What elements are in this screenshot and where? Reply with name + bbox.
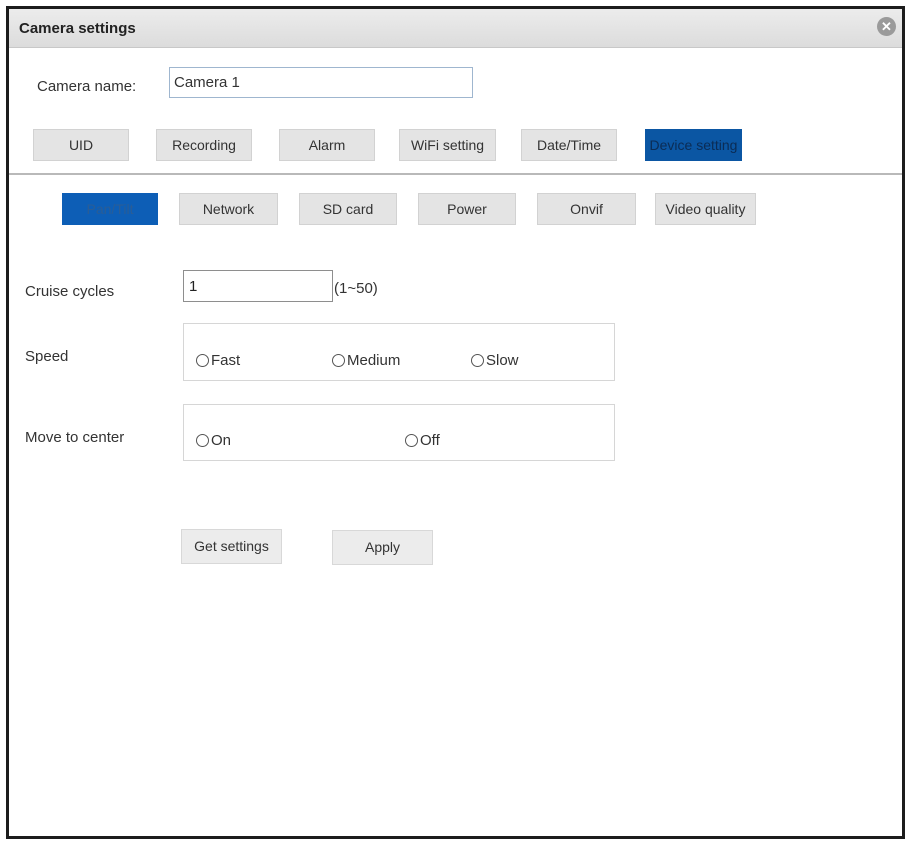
apply-button[interactable]: Apply bbox=[332, 530, 433, 565]
speed-label: Speed bbox=[25, 348, 69, 365]
tab-recording[interactable]: Recording bbox=[156, 129, 252, 161]
speed-slow-label: Slow bbox=[486, 352, 519, 369]
move-to-center-on-label: On bbox=[211, 432, 232, 449]
subtab-video-quality[interactable]: Video quality bbox=[655, 193, 756, 225]
camera-settings-dialog: Camera settings ✕ Camera name: UID Recor… bbox=[6, 6, 905, 839]
radio-circle-icon bbox=[196, 434, 209, 447]
move-to-center-label: Move to center bbox=[25, 429, 125, 446]
subtab-onvif[interactable]: Onvif bbox=[537, 193, 636, 225]
cruise-cycles-range: (1~50) bbox=[334, 280, 378, 297]
cruise-cycles-label: Cruise cycles bbox=[25, 283, 115, 300]
subtab-pan-tilt[interactable]: Pan/Tilt bbox=[62, 193, 158, 225]
radio-circle-icon bbox=[405, 434, 418, 447]
tab-date-time[interactable]: Date/Time bbox=[521, 129, 617, 161]
camera-name-label: Camera name: bbox=[37, 78, 137, 95]
tab-device-setting[interactable]: Device setting bbox=[645, 129, 742, 161]
get-settings-button[interactable]: Get settings bbox=[181, 529, 282, 564]
tab-uid[interactable]: UID bbox=[33, 129, 129, 161]
radio-circle-icon bbox=[471, 354, 484, 367]
dialog-title: Camera settings bbox=[19, 20, 136, 37]
speed-medium-label: Medium bbox=[347, 352, 401, 369]
move-to-center-on-radio[interactable]: On bbox=[196, 432, 231, 449]
radio-circle-icon bbox=[196, 354, 209, 367]
move-to-center-off-radio[interactable]: Off bbox=[405, 432, 440, 449]
move-to-center-group: On Off bbox=[183, 404, 615, 461]
close-icon[interactable]: ✕ bbox=[877, 17, 896, 36]
subtab-network[interactable]: Network bbox=[179, 193, 278, 225]
tab-alarm[interactable]: Alarm bbox=[279, 129, 375, 161]
move-to-center-off-label: Off bbox=[420, 432, 440, 449]
speed-fast-radio[interactable]: Fast bbox=[196, 352, 240, 369]
subtab-power[interactable]: Power bbox=[418, 193, 516, 225]
title-bar: Camera settings ✕ bbox=[9, 9, 902, 48]
speed-medium-radio[interactable]: Medium bbox=[332, 352, 400, 369]
radio-circle-icon bbox=[332, 354, 345, 367]
tabs-divider bbox=[9, 173, 902, 175]
cruise-cycles-input[interactable] bbox=[183, 270, 333, 302]
speed-group: Fast Medium Slow bbox=[183, 323, 615, 381]
subtab-sd-card[interactable]: SD card bbox=[299, 193, 397, 225]
speed-fast-label: Fast bbox=[211, 352, 241, 369]
speed-slow-radio[interactable]: Slow bbox=[471, 352, 519, 369]
camera-name-input[interactable] bbox=[169, 67, 473, 98]
tab-wifi-setting[interactable]: WiFi setting bbox=[399, 129, 496, 161]
